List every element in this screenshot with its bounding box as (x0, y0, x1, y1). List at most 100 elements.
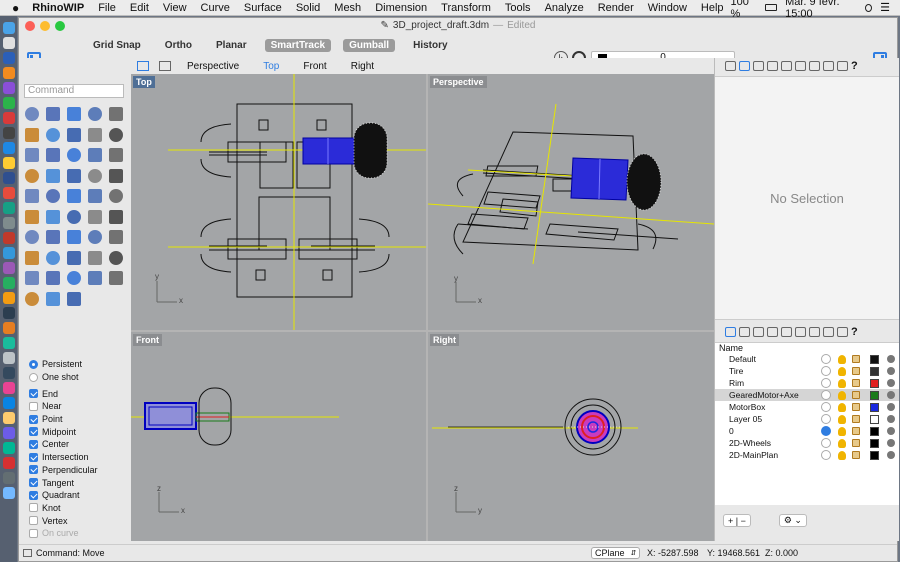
current-layer-radio[interactable] (821, 426, 831, 436)
viewport-label-right[interactable]: Right (430, 334, 459, 346)
explode-icon[interactable] (42, 166, 63, 187)
menu-file[interactable]: File (91, 2, 123, 14)
lightbulb-icon[interactable] (838, 354, 846, 364)
dock-app-icon[interactable] (2, 277, 15, 289)
osnap-checkbox[interactable] (29, 439, 38, 449)
layer-color-swatch[interactable] (870, 414, 879, 424)
dock-app-icon[interactable] (2, 337, 15, 349)
fillet-icon[interactable] (105, 125, 126, 146)
layer-row[interactable]: 2D-Wheels (715, 437, 899, 449)
pan-icon[interactable] (84, 248, 105, 269)
current-layer-radio[interactable] (821, 414, 831, 424)
dock-app-icon[interactable] (2, 382, 15, 394)
osnap-checkbox[interactable] (29, 490, 38, 500)
dock-app-icon[interactable] (2, 442, 15, 454)
layer-name[interactable]: Default (729, 354, 756, 364)
scale-icon[interactable] (84, 207, 105, 228)
select-icon[interactable] (21, 104, 42, 125)
dock-app-icon[interactable] (2, 217, 15, 229)
viewport-top[interactable]: Top x y (131, 74, 426, 330)
menu-dimension[interactable]: Dimension (368, 2, 434, 14)
osnap-end[interactable]: End (29, 387, 98, 400)
material-sphere-icon[interactable] (887, 379, 895, 387)
osnap-checkbox[interactable] (29, 389, 38, 399)
layer-color-swatch[interactable] (870, 366, 879, 376)
viewport-label-perspective[interactable]: Perspective (430, 76, 487, 88)
lightbulb-icon[interactable] (838, 390, 846, 400)
layer-row[interactable]: Default (715, 353, 899, 365)
current-layer-radio[interactable] (821, 390, 831, 400)
magnify-icon[interactable] (63, 248, 84, 269)
extend-icon[interactable] (84, 186, 105, 207)
notification-center-icon[interactable]: ☰ (880, 1, 890, 14)
lock-icon[interactable] (21, 268, 42, 289)
menu-transform[interactable]: Transform (434, 2, 498, 14)
layer-name[interactable]: Layer 05 (729, 414, 762, 424)
dock-app-icon[interactable] (2, 127, 15, 139)
dock-app-icon[interactable] (2, 112, 15, 124)
osnap-center[interactable]: Center (29, 438, 98, 451)
object-tab-icon[interactable] (767, 327, 778, 337)
osnap-checkbox[interactable] (29, 452, 38, 462)
current-layer-radio[interactable] (821, 366, 831, 376)
material-sphere-icon[interactable] (887, 391, 895, 399)
arc-icon[interactable] (84, 125, 105, 146)
help-tab-icon[interactable]: ? (851, 61, 862, 72)
layers-tab-icon[interactable] (725, 61, 736, 71)
dock-app-icon[interactable] (2, 97, 15, 109)
named-views-tab-icon[interactable] (823, 327, 834, 337)
menu-tools[interactable]: Tools (498, 2, 538, 14)
cylinder-icon[interactable] (105, 145, 126, 166)
current-layer-radio[interactable] (821, 450, 831, 460)
history-button[interactable]: History (407, 39, 453, 52)
layer-row[interactable]: 2D-MainPlan (715, 449, 899, 461)
current-layer-radio[interactable] (821, 378, 831, 388)
lightbulb-icon[interactable] (838, 426, 846, 436)
dock-app-icon[interactable] (2, 412, 15, 424)
command-history-icon[interactable] (23, 548, 32, 557)
viewport-right[interactable]: Right y z (428, 332, 714, 541)
osnap-knot[interactable]: Knot (29, 502, 98, 515)
cap-icon[interactable] (42, 227, 63, 248)
lightbulb-icon[interactable] (838, 378, 846, 388)
layer-color-swatch[interactable] (870, 378, 879, 388)
mirror-icon[interactable] (42, 186, 63, 207)
viewport-perspective[interactable]: Perspective x y (427, 74, 715, 330)
layer-name[interactable]: MotorBox (729, 402, 765, 412)
material-sphere-icon[interactable] (887, 427, 895, 435)
rotate-icon[interactable] (63, 207, 84, 228)
menu-mesh[interactable]: Mesh (327, 2, 368, 14)
command-input[interactable]: Command (24, 84, 124, 98)
apple-icon[interactable]: ● (0, 1, 25, 15)
menu-app-name[interactable]: RhinoWIP (25, 2, 91, 14)
car-icon[interactable] (42, 268, 63, 289)
layer-name[interactable]: 2D-MainPlan (729, 450, 778, 460)
transform-icon[interactable] (21, 145, 42, 166)
material-tab-icon[interactable] (795, 61, 806, 71)
dock-app-icon[interactable] (2, 322, 15, 334)
viewport-label-top[interactable]: Top (133, 76, 155, 88)
point-cloud-icon[interactable] (42, 248, 63, 269)
osnap-checkbox[interactable] (29, 401, 38, 411)
dock-app-icon[interactable] (2, 67, 15, 79)
layer-color-swatch[interactable] (870, 426, 879, 436)
help-tab-icon[interactable]: ? (851, 327, 862, 338)
osnap-point[interactable]: Point (29, 413, 98, 426)
properties-tab-icon[interactable] (739, 61, 750, 71)
lock-icon[interactable] (852, 451, 860, 459)
lock-icon[interactable] (852, 391, 860, 399)
lightbulb-icon[interactable] (838, 402, 846, 412)
check-icon[interactable] (84, 227, 105, 248)
spotlight-search-icon[interactable] (865, 3, 873, 12)
text-icon[interactable] (105, 186, 126, 207)
osnap-checkbox[interactable] (29, 427, 38, 437)
layer-color-swatch[interactable] (870, 354, 879, 364)
trim-icon[interactable] (63, 186, 84, 207)
gumball-button[interactable]: Gumball (343, 39, 396, 52)
layer-color-swatch[interactable] (870, 438, 879, 448)
render-icon[interactable] (63, 268, 84, 289)
layer-row[interactable]: MotorBox (715, 401, 899, 413)
dock-app-icon[interactable] (2, 352, 15, 364)
lock-icon[interactable] (852, 427, 860, 435)
point-icon[interactable] (42, 104, 63, 125)
